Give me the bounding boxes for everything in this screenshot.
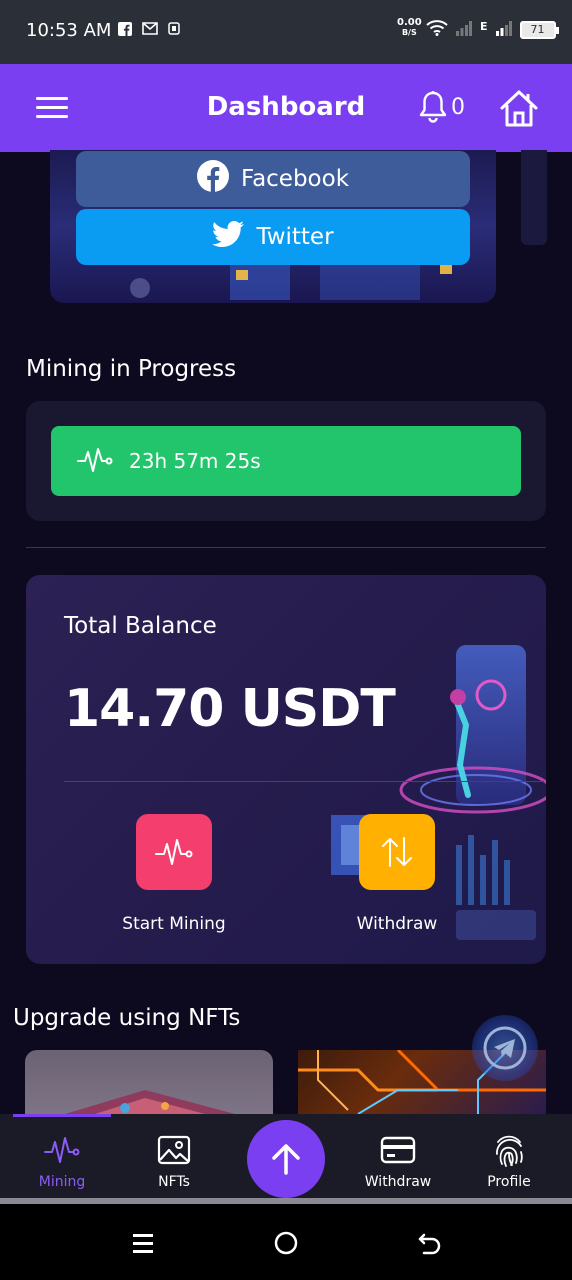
nav-withdraw[interactable]: Withdraw	[348, 1132, 448, 1190]
start-mining-button[interactable]: Start Mining	[99, 814, 249, 934]
card-icon	[380, 1136, 416, 1164]
fingerprint-icon	[496, 1135, 523, 1167]
nav-mining-label: Mining	[38, 1174, 86, 1190]
signal-icon-1	[456, 20, 472, 40]
nav-mining[interactable]: Mining	[12, 1132, 112, 1190]
notification-count: 0	[451, 95, 465, 120]
status-right: E 71	[426, 19, 559, 40]
status-time: 10:53 AM	[26, 20, 112, 41]
nav-nfts[interactable]: NFTs	[124, 1132, 224, 1190]
nav-nfts-label: NFTs	[158, 1174, 190, 1190]
home-icon[interactable]	[498, 88, 540, 132]
facebook-icon	[196, 160, 229, 198]
home-system-icon[interactable]	[274, 1231, 298, 1259]
pulse-icon	[155, 839, 193, 865]
facebook-button[interactable]: Facebook	[76, 151, 470, 207]
start-mining-label: Start Mining	[122, 914, 226, 934]
network-speed: 0.00 B/S	[397, 17, 422, 38]
arrow-up-icon	[272, 1144, 300, 1175]
twitter-button[interactable]: Twitter	[76, 209, 470, 265]
telegram-float-button[interactable]	[472, 1015, 538, 1081]
balance-value: 14.70 USDT	[64, 679, 396, 739]
balance-card: Total Balance 14.70 USDT Start Mining Wi…	[26, 575, 546, 964]
app-header: Dashboard 0	[0, 64, 572, 152]
wifi-icon	[426, 20, 448, 40]
facebook-label: Facebook	[240, 166, 350, 192]
app-notification-icon	[168, 22, 180, 40]
nav-profile[interactable]: Profile	[459, 1132, 559, 1190]
nav-withdraw-label: Withdraw	[364, 1174, 432, 1190]
gmail-notification-icon	[142, 22, 158, 40]
telegram-icon	[483, 1026, 527, 1070]
image-icon	[157, 1135, 191, 1165]
bell-icon[interactable]	[418, 90, 448, 128]
bottom-navigation: Mining NFTs Withdraw Profile	[0, 1114, 572, 1204]
battery-icon: 71	[519, 21, 559, 39]
network-type: E	[480, 19, 488, 33]
notification-icons	[118, 22, 180, 40]
twitter-icon	[212, 220, 245, 253]
nft-card-1[interactable]	[25, 1050, 273, 1114]
back-icon[interactable]	[418, 1231, 442, 1259]
withdraw-label: Withdraw	[356, 914, 438, 934]
signal-icon-2	[495, 20, 512, 40]
promo-banner-next	[521, 150, 547, 245]
recent-apps-icon[interactable]	[132, 1232, 154, 1258]
pulse-icon	[77, 444, 113, 479]
pulse-icon	[44, 1137, 80, 1163]
system-navigation-bar	[0, 1204, 572, 1280]
mining-timer: 23h 57m 25s	[129, 449, 261, 473]
transfer-arrows-icon	[382, 837, 412, 867]
page-title: Dashboard	[206, 92, 366, 122]
balance-divider	[64, 781, 544, 782]
withdraw-button[interactable]: Withdraw	[322, 814, 472, 934]
mining-timer-pill: 23h 57m 25s	[51, 426, 521, 496]
mining-section-title: Mining in Progress	[26, 356, 237, 382]
nft-section-title: Upgrade using NFTs	[13, 1005, 241, 1031]
withdraw-icon-tile[interactable]	[359, 814, 435, 890]
nav-profile-label: Profile	[487, 1174, 531, 1190]
facebook-notification-icon	[118, 22, 132, 40]
twitter-label: Twitter	[256, 224, 334, 250]
balance-label: Total Balance	[64, 613, 217, 639]
active-tab-indicator	[13, 1114, 111, 1117]
status-bar: 10:53 AM 0.00 B/S E 71	[0, 0, 572, 64]
nft-image-1	[65, 1090, 235, 1114]
section-divider	[26, 547, 546, 548]
upload-fab-button[interactable]	[247, 1120, 325, 1198]
start-mining-icon-tile[interactable]	[136, 814, 212, 890]
